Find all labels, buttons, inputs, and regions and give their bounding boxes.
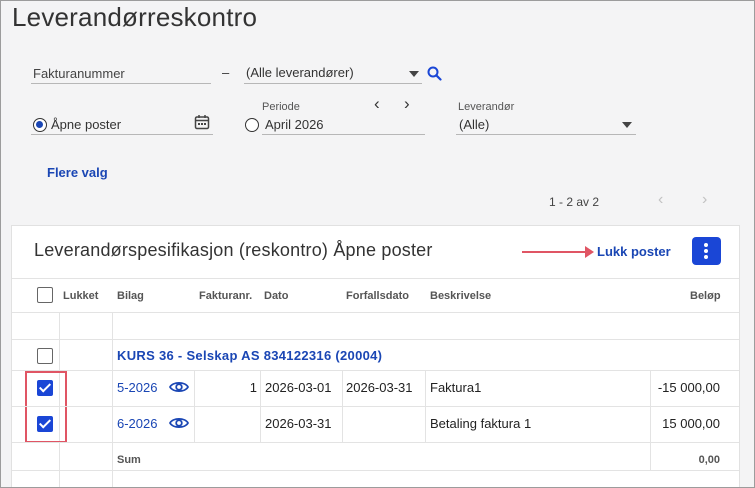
- open-items-label: Åpne poster: [51, 117, 122, 132]
- col-voucher[interactable]: Bilag: [117, 290, 144, 302]
- divider: [12, 312, 739, 313]
- supplier-range-select[interactable]: (Alle leverandører): [246, 65, 354, 80]
- sum-amount: 0,00: [698, 454, 720, 466]
- close-items-button[interactable]: Lukk poster: [597, 244, 671, 259]
- open-items-radio[interactable]: [33, 118, 47, 132]
- description-cell: Betaling faktura 1: [430, 416, 532, 431]
- voucher-link[interactable]: 6-2026: [117, 416, 157, 431]
- col-date[interactable]: Dato: [264, 290, 288, 302]
- due-date-cell: 2026-03-31: [346, 380, 413, 395]
- pager-count: 1 - 2 av 2: [549, 195, 600, 209]
- supplier-underline: [456, 134, 636, 135]
- search-icon[interactable]: [427, 66, 442, 81]
- group-checkbox[interactable]: [37, 348, 53, 364]
- col-divider: [650, 370, 651, 442]
- period-prev-button[interactable]: ‹: [374, 94, 380, 114]
- row-checkbox[interactable]: [37, 380, 53, 396]
- date-cell: 2026-03-31: [265, 416, 332, 431]
- page-title: Leverandørreskontro: [12, 2, 258, 32]
- period-next-button[interactable]: ›: [404, 94, 410, 114]
- col-due-date[interactable]: Forfallsdato: [346, 290, 409, 302]
- col-divider: [425, 370, 426, 442]
- eye-icon[interactable]: [169, 380, 189, 394]
- divider: [12, 406, 739, 407]
- supplier-select[interactable]: (Alle): [459, 117, 489, 132]
- annotation-arrow-head: [585, 246, 594, 258]
- voucher-link[interactable]: 5-2026: [117, 380, 157, 395]
- date-cell: 2026-03-01: [265, 380, 332, 395]
- calendar-icon[interactable]: [194, 114, 210, 130]
- period-label: Periode: [262, 101, 300, 113]
- kebab-dot: [704, 249, 708, 253]
- more-options-link[interactable]: Flere valg: [47, 165, 108, 180]
- open-items-date-underline: [31, 134, 213, 135]
- sum-label: Sum: [117, 454, 141, 466]
- col-description[interactable]: Beskrivelse: [430, 290, 491, 302]
- period-underline: [262, 134, 425, 135]
- amount-cell: 15 000,00: [662, 416, 720, 431]
- pager-next-button[interactable]: ›: [702, 191, 707, 209]
- kebab-dot: [704, 255, 708, 259]
- divider: [12, 370, 739, 371]
- supplier-label: Leverandør: [458, 101, 515, 113]
- chevron-down-icon[interactable]: [622, 122, 632, 128]
- description-cell: Faktura1: [430, 380, 482, 395]
- annotation-arrow: [522, 251, 587, 253]
- chevron-down-icon[interactable]: [409, 71, 419, 77]
- eye-icon[interactable]: [169, 416, 189, 430]
- more-actions-button[interactable]: [692, 237, 721, 265]
- col-invoice-no[interactable]: Fakturanr.: [199, 290, 252, 302]
- divider: [12, 278, 739, 279]
- col-divider: [342, 370, 343, 442]
- period-value[interactable]: April 2026: [265, 117, 324, 132]
- divider: [12, 442, 739, 443]
- col-divider: [260, 370, 261, 442]
- col-amount[interactable]: Beløp: [690, 290, 721, 302]
- supplier-group-link[interactable]: KURS 36 - Selskap AS 834122316 (20004): [117, 348, 382, 363]
- supplier-ledger-card: Leverandørspesifikasjon (reskontro) Åpne…: [11, 225, 740, 488]
- divider: [12, 339, 739, 340]
- range-dash: –: [222, 65, 230, 80]
- col-divider: [194, 370, 195, 442]
- supplier-range-underline: [244, 83, 422, 84]
- select-all-checkbox[interactable]: [37, 287, 53, 303]
- card-title: Leverandørspesifikasjon (reskontro) Åpne…: [34, 240, 433, 260]
- col-closed[interactable]: Lukket: [63, 290, 98, 302]
- pager-prev-button[interactable]: ‹: [658, 191, 663, 209]
- amount-cell: -15 000,00: [657, 380, 720, 395]
- invoice-number-input[interactable]: Fakturanummer: [33, 66, 125, 81]
- invoice-no-cell: 1: [249, 380, 257, 395]
- divider: [12, 470, 739, 471]
- period-radio[interactable]: [245, 118, 259, 132]
- invoice-number-underline: [31, 83, 211, 84]
- kebab-icon: [704, 243, 708, 247]
- row-checkbox[interactable]: [37, 416, 53, 432]
